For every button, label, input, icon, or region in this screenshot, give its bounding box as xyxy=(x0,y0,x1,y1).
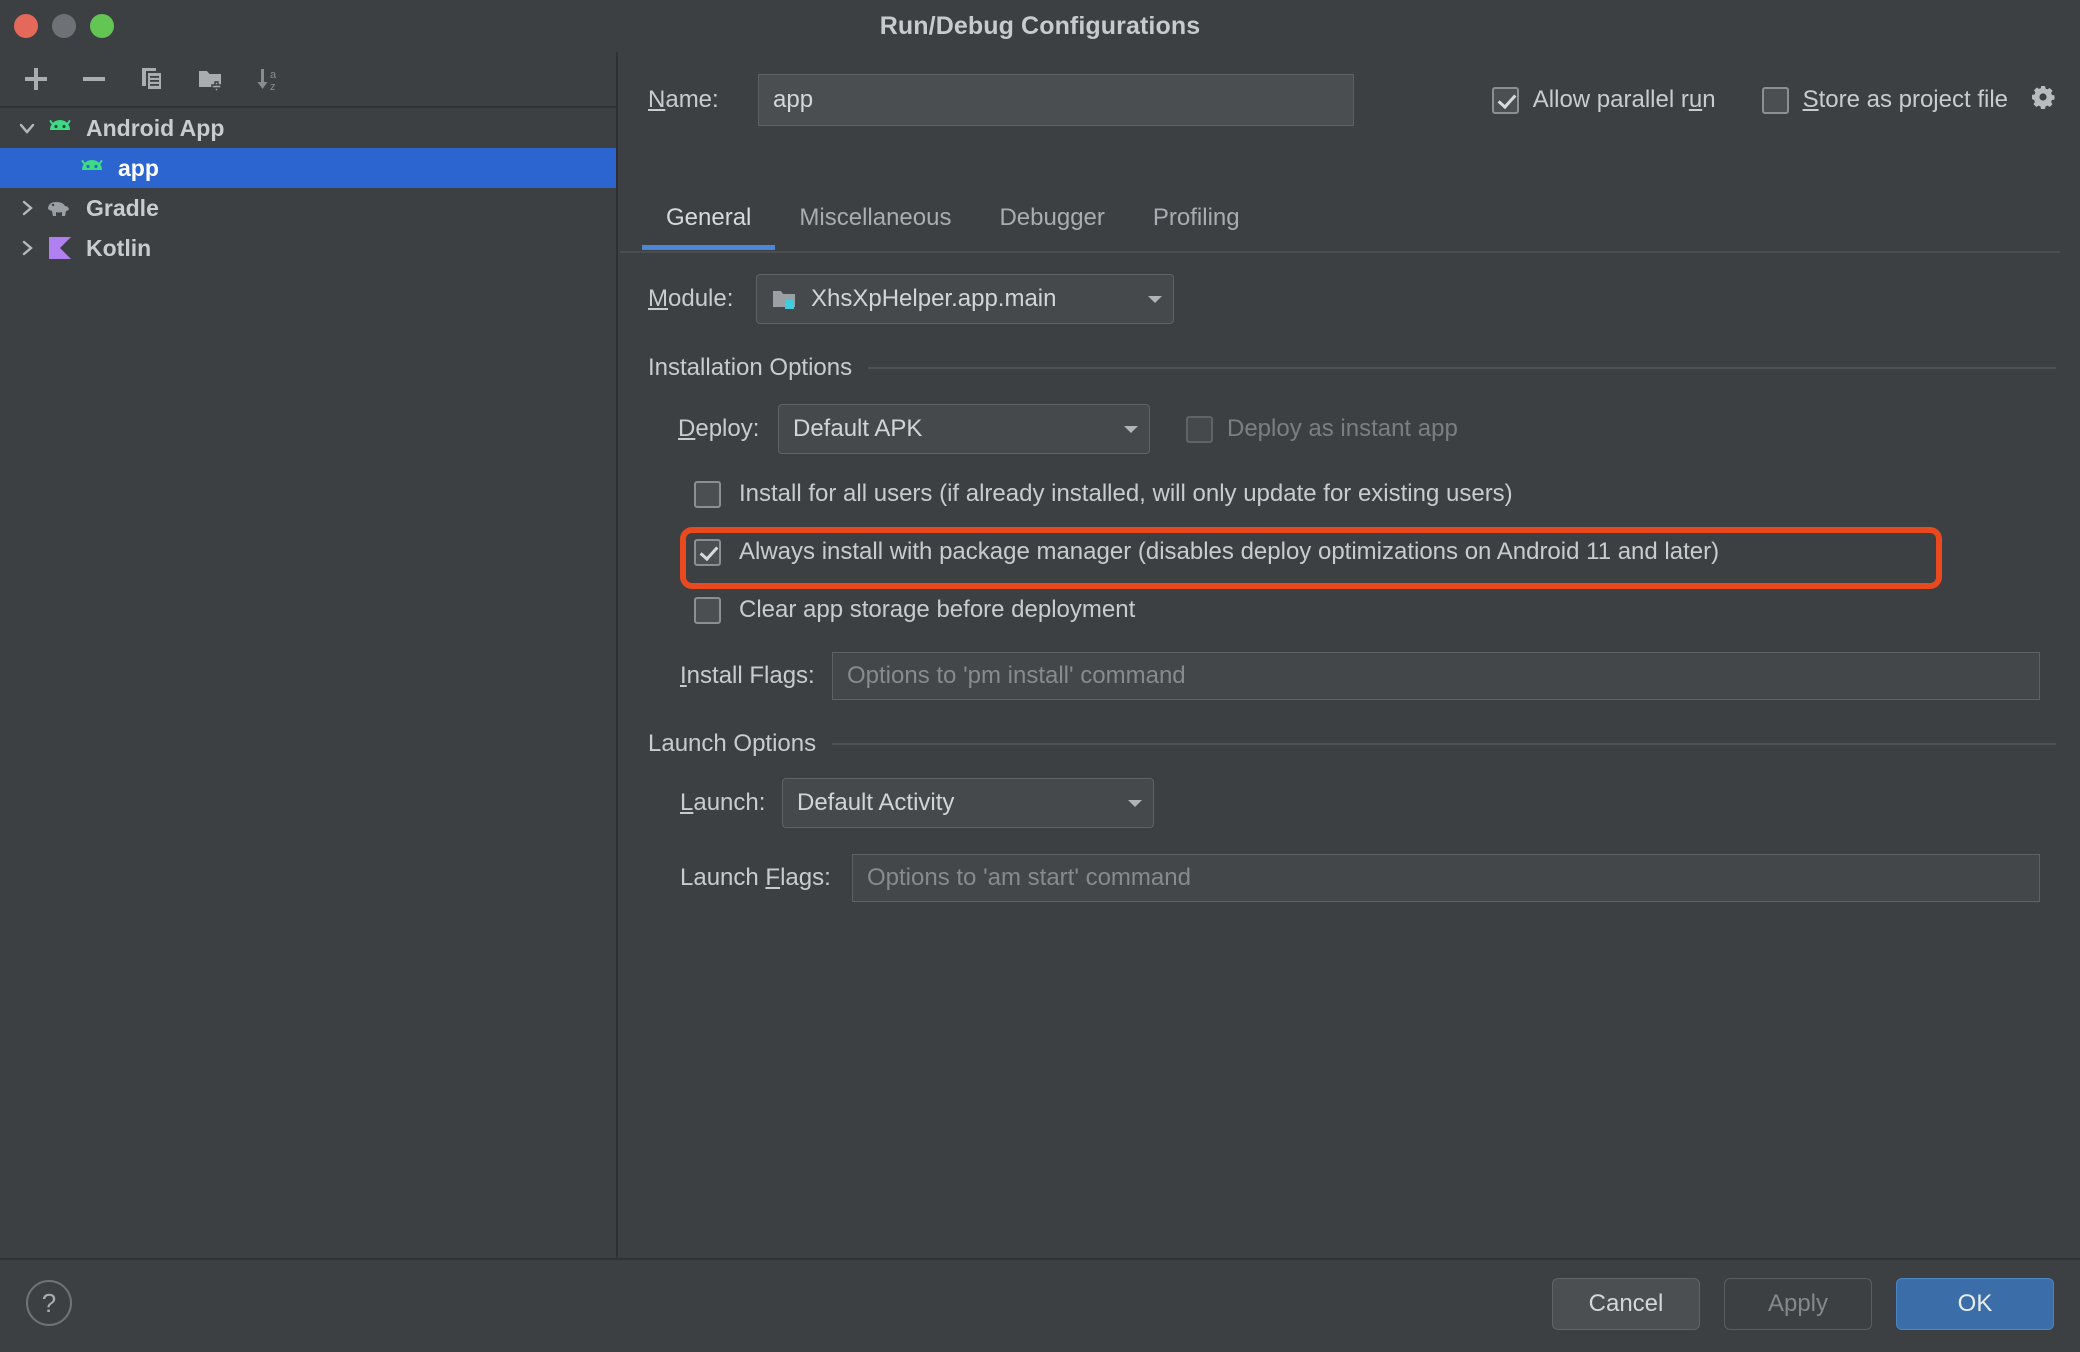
tab-miscellaneous[interactable]: Miscellaneous xyxy=(775,198,975,250)
install-flags-row: Install Flags: xyxy=(620,652,2080,700)
dialog-body: a z xyxy=(0,52,2080,1352)
configurations-sidebar: a z xyxy=(0,52,618,1352)
install-flags-label: Install Flags: xyxy=(680,662,832,690)
cancel-button[interactable]: Cancel xyxy=(1552,1278,1700,1330)
allow-parallel-run-label: Allow parallel run xyxy=(1533,86,1716,114)
checkbox-box[interactable] xyxy=(1762,87,1789,114)
module-dropdown[interactable]: XhsXpHelper.app.main xyxy=(756,274,1174,324)
plus-icon xyxy=(22,65,50,93)
kotlin-icon xyxy=(44,233,76,263)
always-install-with-package-manager-checkbox[interactable]: Always install with package manager (dis… xyxy=(620,532,2080,572)
configuration-editor-panel: Name: Allow parallel run Store as projec… xyxy=(620,52,2080,1352)
window-title: Run/Debug Configurations xyxy=(0,0,2080,52)
deploy-dropdown[interactable]: Default APK xyxy=(778,404,1150,454)
module-row: Module: XhsXpHelper.app.main xyxy=(620,274,2080,324)
copy-icon xyxy=(138,65,166,93)
tree-item-android-app[interactable]: Android App xyxy=(0,108,616,148)
deploy-as-instant-app-label: Deploy as instant app xyxy=(1227,415,1458,443)
android-icon xyxy=(44,113,76,143)
tree-item-label: Gradle xyxy=(86,195,159,222)
launch-row: Launch: Default Activity xyxy=(620,778,2080,828)
module-folder-icon xyxy=(771,287,799,311)
chevron-right-icon[interactable] xyxy=(10,228,44,268)
chevron-down-icon[interactable] xyxy=(1101,415,1141,443)
deploy-as-instant-app-checkbox: Deploy as instant app xyxy=(1186,415,1458,443)
sort-az-icon: a z xyxy=(253,64,283,94)
dialog-footer: ? Cancel Apply OK xyxy=(0,1258,2080,1352)
tree-item-label: Kotlin xyxy=(86,235,151,262)
general-tab-form: Module: XhsXpHelper.app.main xyxy=(620,260,2080,1352)
title-bar: Run/Debug Configurations xyxy=(0,0,2080,52)
add-configuration-button[interactable] xyxy=(10,57,62,101)
android-icon xyxy=(76,153,108,183)
deploy-value: Default APK xyxy=(793,415,922,443)
launch-flags-input[interactable] xyxy=(852,854,2040,902)
clear-app-storage-label: Clear app storage before deployment xyxy=(739,596,1135,624)
tree-item-label: app xyxy=(118,155,159,182)
new-folder-button[interactable] xyxy=(184,57,236,101)
name-input[interactable] xyxy=(758,74,1354,126)
launch-label: Launch: xyxy=(680,789,766,817)
install-flags-input[interactable] xyxy=(832,652,2040,700)
chevron-down-icon[interactable] xyxy=(1105,789,1145,817)
chevron-right-icon[interactable] xyxy=(10,188,44,228)
clear-app-storage-checkbox[interactable]: Clear app storage before deployment xyxy=(620,590,2080,630)
ok-button[interactable]: OK xyxy=(1896,1278,2054,1330)
checkbox-box[interactable] xyxy=(1492,87,1519,114)
module-label: Module: xyxy=(648,285,744,313)
gradle-elephant-icon xyxy=(44,193,76,223)
tree-item-gradle[interactable]: Gradle xyxy=(0,188,616,228)
installation-options-title: Installation Options xyxy=(648,354,868,382)
checkbox-box[interactable] xyxy=(694,539,721,566)
top-checkboxes: Allow parallel run Store as project file xyxy=(1492,84,2080,117)
launch-value: Default Activity xyxy=(797,789,954,817)
sort-configurations-button[interactable]: a z xyxy=(242,57,294,101)
tree-item-app[interactable]: app xyxy=(0,148,616,188)
always-install-with-package-manager-label: Always install with package manager (dis… xyxy=(739,538,1719,566)
deploy-label: Deploy: xyxy=(678,415,762,443)
deploy-row: Deploy: Default APK Deploy as instant ap… xyxy=(620,404,2080,454)
chevron-down-icon[interactable] xyxy=(1125,285,1165,313)
module-value: XhsXpHelper.app.main xyxy=(811,285,1056,313)
launch-dropdown[interactable]: Default Activity xyxy=(782,778,1154,828)
apply-button: Apply xyxy=(1724,1278,1872,1330)
editor-tabs: General Miscellaneous Debugger Profiling xyxy=(620,198,2080,254)
gear-dropdown-icon[interactable] xyxy=(2030,84,2056,117)
copy-configuration-button[interactable] xyxy=(126,57,178,101)
launch-options-title: Launch Options xyxy=(648,730,832,758)
minus-icon xyxy=(80,65,108,93)
new-folder-icon xyxy=(196,65,224,93)
launch-flags-label: Launch Flags: xyxy=(680,864,852,892)
install-for-all-users-checkbox[interactable]: Install for all users (if already instal… xyxy=(620,474,2080,514)
store-as-project-file-checkbox[interactable]: Store as project file xyxy=(1762,84,2056,117)
installation-options-section: Installation Options xyxy=(620,354,2080,382)
dialog-buttons: Cancel Apply OK xyxy=(1552,1278,2054,1330)
checkbox-box[interactable] xyxy=(694,481,721,508)
run-debug-configurations-dialog: Run/Debug Configurations xyxy=(0,0,2080,1352)
tab-profiling[interactable]: Profiling xyxy=(1129,198,1264,250)
store-as-project-file-label: Store as project file xyxy=(1803,86,2008,114)
checkbox-box xyxy=(1186,416,1213,443)
tree-item-kotlin[interactable]: Kotlin xyxy=(0,228,616,268)
launch-options-section: Launch Options xyxy=(620,730,2080,758)
launch-flags-row: Launch Flags: xyxy=(620,854,2080,902)
sidebar-toolbar: a z xyxy=(0,52,616,108)
checkbox-box[interactable] xyxy=(694,597,721,624)
install-for-all-users-label: Install for all users (if already instal… xyxy=(739,480,1513,508)
chevron-down-icon[interactable] xyxy=(10,108,44,148)
configurations-tree: Android App app xyxy=(0,108,616,268)
tab-debugger[interactable]: Debugger xyxy=(975,198,1128,250)
allow-parallel-run-checkbox[interactable]: Allow parallel run xyxy=(1492,86,1716,114)
section-divider xyxy=(868,367,2056,369)
name-row: Name: Allow parallel run Store as projec… xyxy=(620,70,2080,130)
help-button[interactable]: ? xyxy=(26,1280,72,1326)
remove-configuration-button[interactable] xyxy=(68,57,120,101)
svg-text:a: a xyxy=(270,69,277,81)
name-label: Name: xyxy=(648,86,758,114)
svg-text:z: z xyxy=(270,81,276,93)
tab-general[interactable]: General xyxy=(642,198,775,250)
tree-item-label: Android App xyxy=(86,115,224,142)
section-divider xyxy=(832,743,2056,745)
